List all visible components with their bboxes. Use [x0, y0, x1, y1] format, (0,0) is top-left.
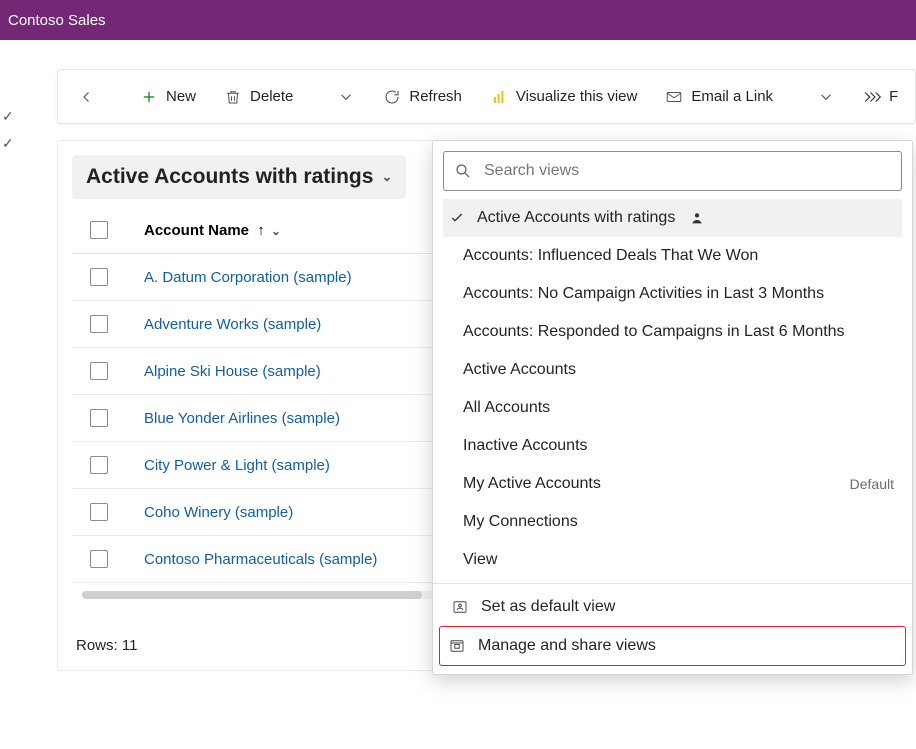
account-name-link[interactable]: Coho Winery (sample) [144, 504, 293, 521]
back-button[interactable] [68, 82, 106, 112]
refresh-button[interactable]: Refresh [373, 82, 472, 112]
view-option[interactable]: My Active Accounts Default [443, 465, 902, 503]
app-header: Contoso Sales [0, 0, 916, 40]
sort-asc-icon: ↑ [257, 222, 265, 239]
person-icon [689, 210, 705, 226]
default-tag: Default [850, 476, 894, 492]
column-header-account-name[interactable]: Account Name ↑ ⌄ [144, 222, 281, 239]
view-option-label: Inactive Accounts [463, 437, 588, 455]
view-option[interactable]: Active Accounts [443, 351, 902, 389]
view-option-label: Active Accounts with ratings [477, 209, 675, 227]
email-link-split-chevron[interactable] [807, 82, 845, 112]
chevron-down-icon: ⌄ [381, 169, 392, 185]
account-name-link[interactable]: A. Datum Corporation (sample) [144, 269, 352, 286]
chevron-icon: ✓ [2, 135, 20, 152]
plus-icon [140, 88, 158, 106]
new-label: New [166, 88, 196, 105]
email-icon [665, 88, 683, 106]
visualize-button[interactable]: Visualize this view [480, 82, 647, 112]
view-option-label: Active Accounts [463, 361, 576, 379]
flow-icon [863, 88, 881, 106]
manage-views-icon [448, 637, 466, 655]
view-picker-dropdown: Active Accounts with ratings Accounts: In… [432, 140, 913, 675]
view-option-label: Accounts: Responded to Campaigns in Last… [463, 323, 845, 341]
delete-label: Delete [250, 88, 293, 105]
row-checkbox[interactable] [90, 550, 108, 568]
set-default-label: Set as default view [481, 598, 615, 616]
view-option-label: Accounts: No Campaign Activities in Last… [463, 285, 824, 303]
row-checkbox[interactable] [90, 456, 108, 474]
account-name-link[interactable]: City Power & Light (sample) [144, 457, 330, 474]
flow-label: F [889, 88, 898, 105]
view-option-label: My Connections [463, 513, 578, 531]
visualize-label: Visualize this view [516, 88, 637, 105]
email-link-label: Email a Link [691, 88, 773, 105]
row-checkbox[interactable] [90, 503, 108, 521]
new-button[interactable]: New [130, 82, 206, 112]
account-name-link[interactable]: Adventure Works (sample) [144, 316, 321, 333]
view-option[interactable]: Accounts: No Campaign Activities in Last… [443, 275, 902, 313]
refresh-label: Refresh [409, 88, 462, 105]
app-title: Contoso Sales [8, 12, 106, 29]
chevron-down-icon: ⌄ [271, 224, 281, 238]
account-name-link[interactable]: Blue Yonder Airlines (sample) [144, 410, 340, 427]
view-option-label: All Accounts [463, 399, 550, 417]
delete-split-chevron[interactable] [327, 82, 365, 112]
view-option[interactable]: Inactive Accounts [443, 427, 902, 465]
chevron-down-icon [337, 88, 355, 106]
trash-icon [224, 88, 242, 106]
chevron-down-icon [817, 88, 835, 106]
check-icon [449, 210, 467, 226]
account-name-link[interactable]: Contoso Pharmaceuticals (sample) [144, 551, 377, 568]
highlighted-action: Manage and share views [439, 626, 906, 666]
row-checkbox[interactable] [90, 362, 108, 380]
view-option-label: View [463, 551, 497, 569]
view-option-label: My Active Accounts [463, 475, 601, 493]
search-icon [454, 162, 472, 180]
manage-share-views-button[interactable]: Manage and share views [440, 627, 835, 665]
view-option[interactable]: View [443, 541, 902, 579]
powerbi-icon [490, 88, 508, 106]
view-option[interactable]: Accounts: Influenced Deals That We Won [443, 237, 902, 275]
account-name-link[interactable]: Alpine Ski House (sample) [144, 363, 321, 380]
left-rail: ✓ ✓ [0, 60, 20, 260]
select-all-checkbox[interactable] [90, 221, 108, 239]
view-option-label: Accounts: Influenced Deals That We Won [463, 247, 758, 265]
view-option[interactable]: My Connections [443, 503, 902, 541]
delete-button[interactable]: Delete [214, 82, 303, 112]
email-link-button[interactable]: Email a Link [655, 82, 783, 112]
view-option[interactable]: Active Accounts with ratings [443, 199, 902, 237]
manage-share-label: Manage and share views [478, 637, 656, 655]
refresh-icon [383, 88, 401, 106]
command-bar: New Delete Refresh Visualize this view E… [57, 69, 916, 124]
view-option[interactable]: Accounts: Responded to Campaigns in Last… [443, 313, 902, 351]
row-checkbox[interactable] [90, 315, 108, 333]
view-selector-button[interactable]: Active Accounts with ratings ⌄ [72, 155, 406, 199]
chevron-icon: ✓ [2, 108, 20, 125]
scrollbar-thumb[interactable] [82, 591, 422, 599]
set-default-view-button[interactable]: Set as default view [443, 588, 902, 626]
row-checkbox[interactable] [90, 409, 108, 427]
search-input[interactable] [482, 161, 891, 181]
view-option[interactable]: All Accounts [443, 389, 902, 427]
row-checkbox[interactable] [90, 268, 108, 286]
set-default-icon [451, 598, 469, 616]
view-title-text: Active Accounts with ratings [86, 165, 373, 189]
back-arrow-icon [78, 88, 96, 106]
separator [433, 583, 912, 584]
flow-button[interactable]: F [853, 82, 908, 112]
search-views-field[interactable] [443, 151, 902, 191]
